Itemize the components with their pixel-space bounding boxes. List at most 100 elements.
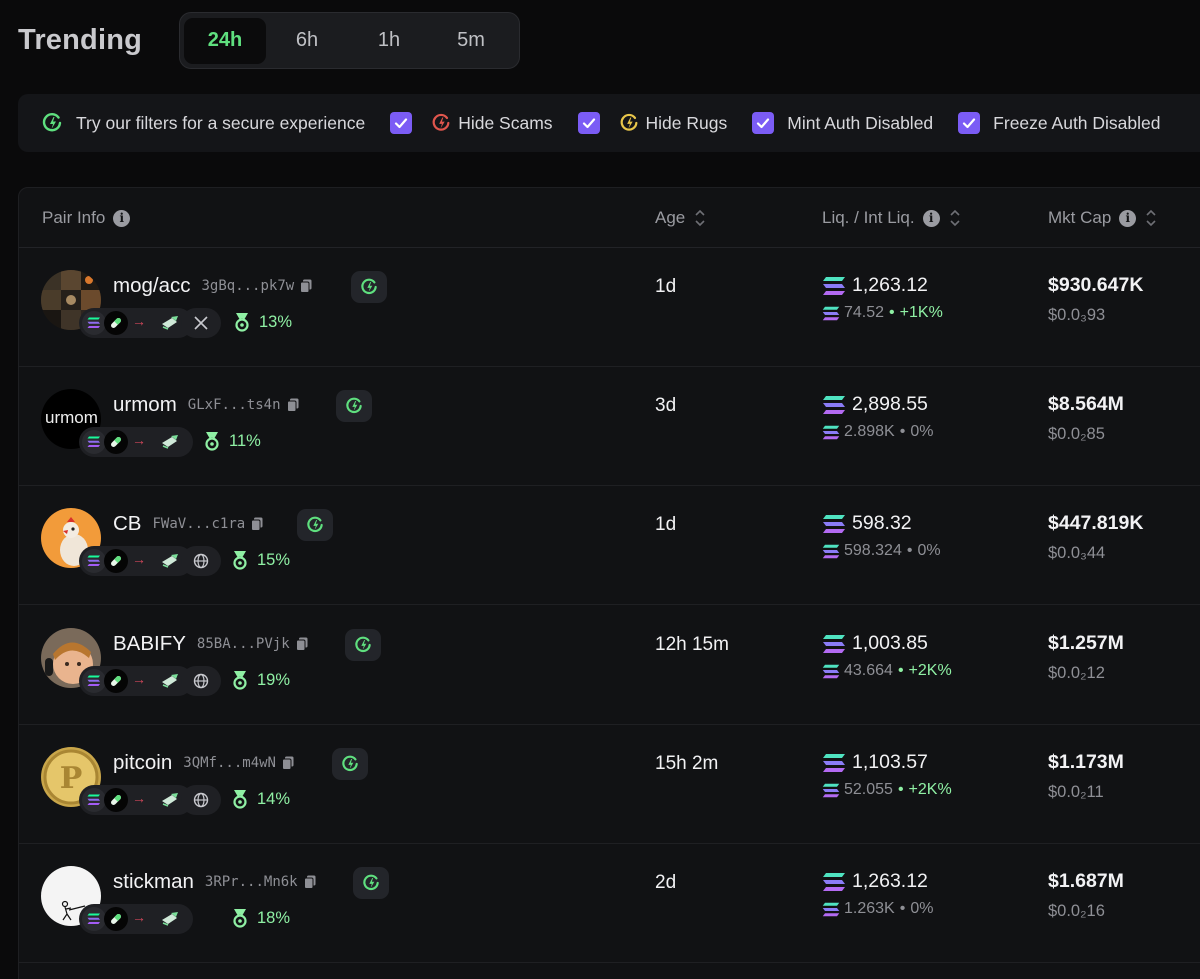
- secure-shield-icon: [307, 516, 323, 533]
- top-holders: 19%: [231, 670, 290, 690]
- copy-icon[interactable]: [286, 398, 299, 412]
- check-icon: [395, 118, 408, 129]
- launch-route-pill: →: [79, 546, 193, 576]
- separator-dot: •: [889, 304, 895, 321]
- pair-age: 12h 15m: [655, 634, 729, 655]
- token-address[interactable]: GLxF...ts4n: [188, 397, 281, 413]
- solana-chain-icon: [82, 907, 106, 931]
- initial-liquidity-value: 598.324: [844, 542, 902, 559]
- table-row[interactable]: P pitcoin 3QMf...m4wN → 14% 15h 2m 1,103…: [19, 725, 1200, 844]
- liquidity-value: 1,103.57: [852, 751, 928, 773]
- liquidity-value: 598.32: [852, 512, 912, 534]
- medal-icon: [233, 551, 247, 570]
- solana-icon: [822, 306, 840, 320]
- token-address[interactable]: FWaV...c1ra: [152, 516, 245, 532]
- table-header: Pair Info i Age Liq. / Int Liq. i Mkt Ca…: [19, 188, 1200, 248]
- info-icon[interactable]: i: [922, 209, 940, 227]
- pill-source-icon: [104, 907, 128, 931]
- filter-bar: Try our filters for a secure experience …: [18, 94, 1200, 152]
- audit-shield-button[interactable]: [336, 390, 372, 422]
- token-name-line: BABIFY 85BA...PVjk: [113, 632, 308, 656]
- column-age[interactable]: Age: [655, 188, 705, 248]
- solana-chain-icon: [82, 669, 106, 693]
- token-address[interactable]: 3gBq...pk7w: [201, 278, 294, 294]
- token-name-line: CB FWaV...c1ra: [113, 512, 263, 536]
- hide-rugs-checkbox[interactable]: [577, 112, 600, 134]
- top-holders: 14%: [231, 789, 290, 809]
- token-address[interactable]: 85BA...PVjk: [197, 636, 290, 652]
- top-holders: 13%: [233, 312, 292, 332]
- info-icon[interactable]: i: [1119, 209, 1137, 227]
- solana-icon: [823, 753, 845, 772]
- x-link[interactable]: [181, 308, 221, 338]
- initial-liquidity-value: 43.664: [844, 662, 893, 679]
- website-link[interactable]: [181, 546, 221, 576]
- medal-icon: [233, 671, 247, 690]
- table-row[interactable]: urmom urmom GLxF...ts4n → 11% 3d 2,898.5…: [19, 367, 1200, 486]
- separator-dot: •: [899, 900, 906, 917]
- initial-liquidity-line: 598.324 • 0%: [822, 542, 941, 560]
- liquidity-change: 0%: [917, 542, 941, 559]
- token-address[interactable]: 3RPr...Mn6k: [205, 874, 298, 890]
- audit-shield-button[interactable]: [297, 509, 333, 541]
- tab-5m[interactable]: 5m: [430, 18, 512, 64]
- tab-24h[interactable]: 24h: [184, 17, 266, 64]
- copy-icon[interactable]: [300, 279, 312, 293]
- audit-shield-button[interactable]: [332, 748, 368, 780]
- audit-shield-button[interactable]: [351, 271, 387, 303]
- market-cap-value: $1.173M: [1048, 751, 1124, 773]
- column-pair-info: Pair Info i: [42, 188, 131, 248]
- token-name[interactable]: CB: [113, 512, 141, 536]
- table-row[interactable]: stickman 3RPr...Mn6k → 18% 2d 1,263.12 1…: [19, 844, 1200, 963]
- token-name[interactable]: stickman: [113, 870, 194, 894]
- audit-shield-button[interactable]: [353, 867, 389, 899]
- column-liquidity-label: Liq. / Int Liq.: [822, 208, 915, 227]
- copy-icon[interactable]: [295, 637, 308, 651]
- token-name[interactable]: pitcoin: [113, 751, 172, 775]
- route-arrow-icon: →: [132, 432, 146, 448]
- solana-icon: [822, 425, 840, 439]
- token-name[interactable]: BABIFY: [113, 632, 186, 656]
- table-row[interactable]: BABIFY 85BA...PVjk → 19% 12h 15m 1,003.8…: [19, 606, 1200, 725]
- dex-icon: [153, 431, 187, 453]
- copy-icon[interactable]: [303, 875, 316, 889]
- tab-1h[interactable]: 1h: [348, 18, 430, 64]
- liquidity-change: 0%: [910, 423, 934, 440]
- token-name[interactable]: mog/acc: [113, 274, 190, 298]
- launch-route-pill: →: [79, 785, 193, 815]
- initial-liquidity-line: 2.898K • 0%: [822, 423, 933, 441]
- hide-scams-checkbox[interactable]: [390, 112, 413, 134]
- mint-auth-disabled-checkbox[interactable]: [752, 112, 775, 134]
- table-row[interactable]: mog/acc 3gBq...pk7w → 13% 1d 1,263.12 74…: [19, 248, 1200, 367]
- audit-shield-button[interactable]: [345, 629, 381, 661]
- website-link[interactable]: [181, 666, 221, 696]
- info-icon[interactable]: i: [113, 209, 131, 227]
- column-liquidity[interactable]: Liq. / Int Liq. i: [822, 188, 960, 248]
- pill-source-icon: [104, 669, 128, 693]
- initial-liquidity-value: 74.52: [844, 304, 885, 321]
- pill-source-icon: [104, 549, 128, 573]
- sort-icon: [695, 208, 705, 228]
- table-row[interactable]: CB FWaV...c1ra → 15% 1d 598.32 598.324 •…: [19, 486, 1200, 605]
- top-holders: 11%: [203, 431, 261, 451]
- pair-age: 15h 2m: [655, 753, 719, 774]
- freeze-auth-disabled-checkbox[interactable]: [958, 112, 981, 134]
- tab-6h[interactable]: 6h: [266, 18, 348, 64]
- token-name[interactable]: urmom: [113, 393, 177, 417]
- market-cap-value: $930.647K: [1048, 274, 1144, 296]
- market-cap-value: $8.564M: [1048, 393, 1124, 415]
- solana-icon: [822, 902, 840, 916]
- page-header: Trending 24h 6h 1h 5m: [18, 12, 520, 69]
- liquidity-change: +2K%: [908, 662, 952, 679]
- website-link[interactable]: [181, 785, 221, 815]
- separator-dot: •: [899, 423, 906, 440]
- secure-shield-icon: [42, 113, 62, 132]
- initial-liquidity-value: 52.055: [844, 781, 893, 798]
- token-address[interactable]: 3QMf...m4wN: [183, 755, 276, 771]
- column-market-cap[interactable]: Mkt Cap i: [1048, 188, 1156, 248]
- globe-icon: [193, 673, 209, 689]
- mint-auth-disabled-label: Mint Auth Disabled: [787, 112, 934, 133]
- x-icon: [194, 316, 208, 330]
- copy-icon[interactable]: [251, 517, 263, 531]
- copy-icon[interactable]: [281, 756, 294, 770]
